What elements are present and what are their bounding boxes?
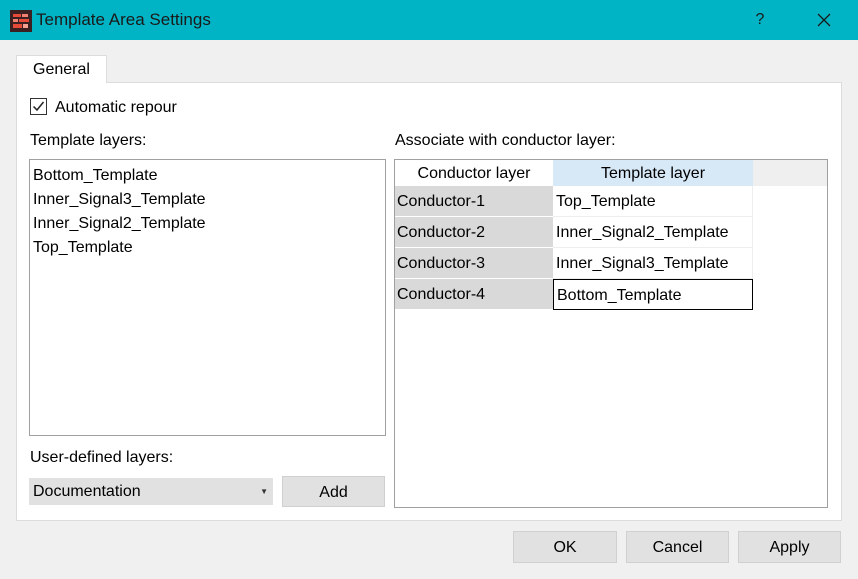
user-defined-layers-dropdown[interactable]: Documentation ▼ (29, 478, 273, 505)
header-filler (753, 160, 827, 186)
automatic-repour-label[interactable]: Automatic repour (55, 99, 177, 117)
table-cell[interactable]: Inner_Signal2_Template (553, 217, 753, 248)
conductor-table[interactable]: Conductor layer Template layer Conductor… (394, 159, 828, 508)
checkmark-icon (32, 101, 45, 112)
table-cell[interactable]: Top_Template (553, 186, 753, 217)
row-header[interactable]: Conductor-4 (395, 279, 553, 310)
apply-button[interactable]: Apply (738, 531, 841, 563)
template-layers-list[interactable]: Bottom_Template Inner_Signal3_Template I… (29, 159, 386, 436)
window-title: Template Area Settings (36, 10, 211, 29)
dropdown-arrow-icon: ▼ (260, 487, 268, 496)
row-header[interactable]: Conductor-1 (395, 186, 553, 217)
list-item[interactable]: Inner_Signal3_Template (33, 188, 382, 212)
cancel-button[interactable]: Cancel (626, 531, 729, 563)
user-defined-layers-label: User-defined layers: (30, 449, 174, 466)
template-layers-label: Template layers: (30, 132, 147, 149)
table-cell[interactable]: Inner_Signal3_Template (553, 248, 753, 279)
automatic-repour-checkbox[interactable] (30, 98, 47, 115)
table-cell-active[interactable]: Bottom_Template (553, 279, 753, 310)
associate-label: Associate with conductor layer: (395, 132, 616, 149)
tab-general[interactable]: General (16, 55, 107, 83)
list-item[interactable]: Top_Template (33, 236, 382, 260)
close-button[interactable] (804, 0, 844, 40)
ok-button[interactable]: OK (513, 531, 617, 563)
column-header-template[interactable]: Template layer (553, 160, 753, 186)
app-icon (10, 10, 32, 32)
row-header[interactable]: Conductor-2 (395, 217, 553, 248)
list-item[interactable]: Inner_Signal2_Template (33, 212, 382, 236)
dropdown-value: Documentation (33, 483, 141, 500)
close-icon (817, 13, 831, 27)
column-header-conductor[interactable]: Conductor layer (395, 160, 553, 186)
row-header[interactable]: Conductor-3 (395, 248, 553, 279)
help-button[interactable]: ? (745, 0, 775, 40)
list-item[interactable]: Bottom_Template (33, 164, 382, 188)
add-button[interactable]: Add (282, 476, 385, 507)
